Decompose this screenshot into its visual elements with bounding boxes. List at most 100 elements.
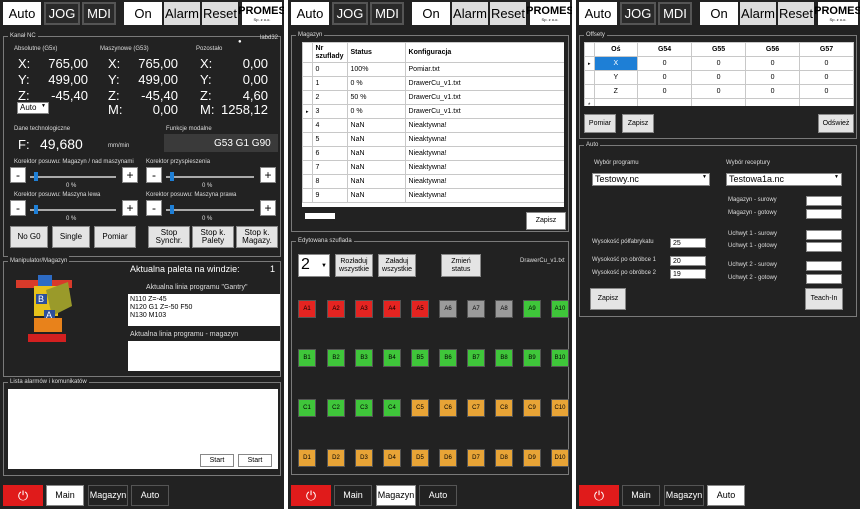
mode-jog-button[interactable]: JOG <box>620 2 656 25</box>
accel-slider-knob[interactable] <box>170 172 174 181</box>
offset-cell[interactable]: 0 <box>799 56 854 71</box>
offset-cell[interactable]: 0 <box>691 70 747 85</box>
slot-d6[interactable]: D6 <box>439 449 457 467</box>
offset-cell[interactable]: 0 <box>745 84 801 99</box>
table-row[interactable]: Y0000 <box>584 70 854 85</box>
nav-auto-button[interactable]: Auto <box>419 485 457 506</box>
table-row[interactable]: ▸ X 0 0 0 0 <box>584 56 854 71</box>
no-g0-button[interactable]: No G0 <box>10 226 48 248</box>
offset-cell[interactable]: 0 <box>637 70 693 85</box>
slot-b4[interactable]: B4 <box>383 349 401 367</box>
mode-select[interactable]: Auto ▼ <box>17 102 49 114</box>
stop-synchr-button[interactable]: Stop Synchr. <box>148 226 190 248</box>
unload-all-button[interactable]: Rozładuj wszystkie <box>335 254 373 277</box>
on-button[interactable]: On <box>124 2 162 25</box>
feed-minus-button-3[interactable]: - <box>146 200 162 216</box>
feed-slider-1-knob[interactable] <box>34 172 38 181</box>
row-selector[interactable] <box>584 70 595 85</box>
start-button-2[interactable]: Start <box>238 454 272 467</box>
feed-minus-button-2[interactable]: - <box>10 200 26 216</box>
accel-plus-button[interactable]: + <box>260 167 276 183</box>
table-row[interactable]: 5NaNNieaktywna!▾ <box>302 132 564 147</box>
slot-d9[interactable]: D9 <box>523 449 541 467</box>
slot-d3[interactable]: D3 <box>355 449 373 467</box>
config-cell[interactable]: DrawerCu_v1.txt▾ <box>404 76 564 91</box>
row-selector[interactable] <box>302 174 313 189</box>
row-selector[interactable] <box>584 84 595 99</box>
row-selector[interactable] <box>302 146 313 161</box>
slot-b5[interactable]: B5 <box>411 349 429 367</box>
slot-b8[interactable]: B8 <box>495 349 513 367</box>
magazine-field-input[interactable] <box>806 274 842 284</box>
table-row[interactable]: ▸30 %DrawerCu_v1.txt▾ <box>302 104 564 119</box>
slot-d2[interactable]: D2 <box>327 449 345 467</box>
slot-a7[interactable]: A7 <box>467 300 485 318</box>
row-selector[interactable]: ▸ <box>584 56 595 71</box>
on-button[interactable]: On <box>412 2 450 25</box>
offsets-save-button[interactable]: Zapisz <box>622 114 654 133</box>
slot-c3[interactable]: C3 <box>355 399 373 417</box>
alarm-button[interactable]: Alarm <box>164 2 200 25</box>
feed-minus-button-1[interactable]: - <box>10 167 26 183</box>
reset-button[interactable]: Reset <box>490 2 526 25</box>
on-button[interactable]: On <box>700 2 738 25</box>
magazine-field-input[interactable] <box>806 242 842 252</box>
slot-c4[interactable]: C4 <box>383 399 401 417</box>
change-status-button[interactable]: Zmień status <box>441 254 481 277</box>
slot-b2[interactable]: B2 <box>327 349 345 367</box>
mode-auto-button[interactable]: Auto <box>3 2 41 25</box>
slot-a6[interactable]: A6 <box>439 300 457 318</box>
slot-a1[interactable]: A1 <box>298 300 316 318</box>
table-row[interactable]: 250 %DrawerCu_v1.txt▾ <box>302 90 564 105</box>
slot-a5[interactable]: A5 <box>411 300 429 318</box>
config-cell[interactable]: Nieaktywna!▾ <box>404 174 564 189</box>
nav-magazyn-button[interactable]: Magazyn <box>88 485 128 506</box>
table-row[interactable]: Z0000 <box>584 84 854 99</box>
feed-slider-1[interactable] <box>30 172 116 181</box>
magazine-field-input[interactable] <box>806 230 842 240</box>
slot-b10[interactable]: B10 <box>551 349 569 367</box>
slot-d7[interactable]: D7 <box>467 449 485 467</box>
alarm-button[interactable]: Alarm <box>452 2 488 25</box>
row-selector[interactable] <box>302 132 313 147</box>
mode-mdi-button[interactable]: MDI <box>658 2 692 25</box>
offset-cell[interactable]: 0 <box>691 56 747 71</box>
row-selector[interactable] <box>302 160 313 175</box>
power-button[interactable]: ⏻ <box>291 485 331 506</box>
stop-palety-button[interactable]: Stop k. Palety <box>192 226 234 248</box>
slot-c7[interactable]: C7 <box>467 399 485 417</box>
slot-d8[interactable]: D8 <box>495 449 513 467</box>
drawer-number-select[interactable]: 2 ▼ <box>298 254 330 277</box>
mode-auto-button[interactable]: Auto <box>579 2 617 25</box>
slot-c9[interactable]: C9 <box>523 399 541 417</box>
mode-jog-button[interactable]: JOG <box>44 2 80 25</box>
height-field-input[interactable]: 19 <box>670 269 706 279</box>
slot-a2[interactable]: A2 <box>327 300 345 318</box>
config-cell[interactable]: DrawerCu_v1.txt▾ <box>404 104 564 119</box>
height-field-input[interactable]: 20 <box>670 256 706 266</box>
table-row[interactable]: 6NaNNieaktywna!▾ <box>302 146 564 161</box>
slot-c2[interactable]: C2 <box>327 399 345 417</box>
offset-cell[interactable]: 0 <box>691 84 747 99</box>
slot-c1[interactable]: C1 <box>298 399 316 417</box>
refresh-button[interactable]: Odśwież <box>818 114 854 133</box>
magazyn-save-button[interactable]: Zapisz <box>526 212 566 230</box>
pomiar-button[interactable]: Pomiar <box>94 226 136 248</box>
config-cell[interactable]: Pomiar.txt▾ <box>404 62 564 77</box>
axis-cell[interactable]: Z <box>593 84 639 99</box>
accel-slider[interactable] <box>166 172 254 181</box>
feed-plus-button-2[interactable]: + <box>122 200 138 216</box>
magazine-field-input[interactable] <box>806 209 842 219</box>
start-button-1[interactable]: Start <box>200 454 234 467</box>
nav-auto-button[interactable]: Auto <box>131 485 169 506</box>
config-cell[interactable]: Nieaktywna!▾ <box>404 160 564 175</box>
recipe-select[interactable]: Testowa1a.nc ▼ <box>726 173 842 186</box>
slot-a8[interactable]: A8 <box>495 300 513 318</box>
nav-main-button[interactable]: Main <box>622 485 660 506</box>
slot-b1[interactable]: B1 <box>298 349 316 367</box>
nav-magazyn-button[interactable]: Magazyn <box>664 485 704 506</box>
nav-magazyn-button[interactable]: Magazyn <box>376 485 416 506</box>
single-button[interactable]: Single <box>52 226 90 248</box>
slot-d4[interactable]: D4 <box>383 449 401 467</box>
offset-cell[interactable]: 0 <box>745 70 801 85</box>
